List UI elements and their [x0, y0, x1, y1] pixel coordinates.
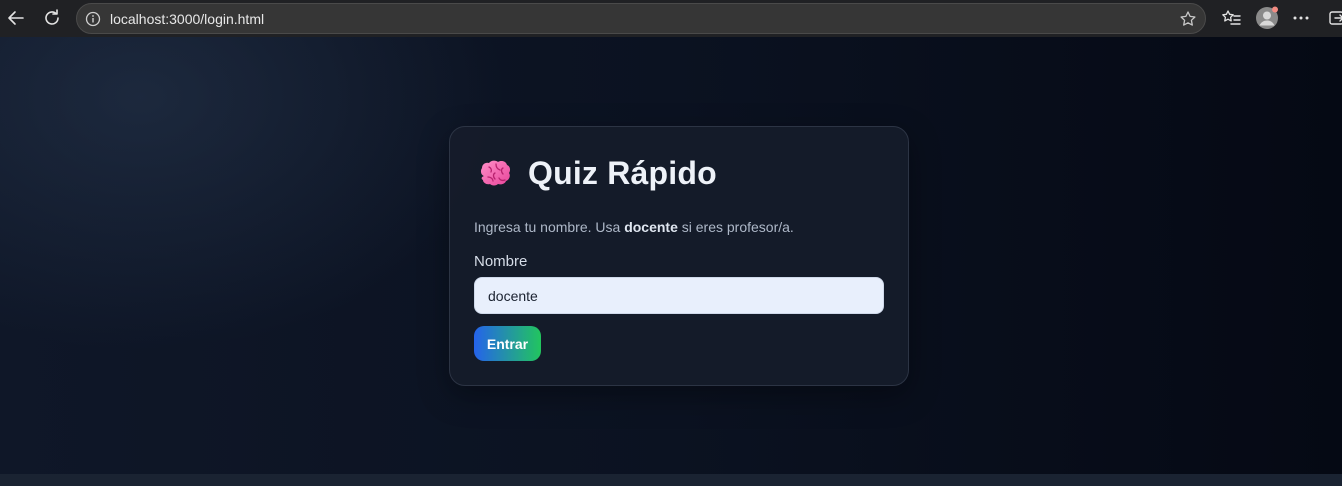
name-field-label: Nombre: [474, 253, 528, 270]
page-background: Quiz Rápido Ingresa tu nombre. Usa docen…: [0, 37, 1342, 474]
url-text[interactable]: localhost:3000/login.html: [110, 11, 264, 27]
instructions-prefix: Ingresa tu nombre. Usa: [474, 219, 625, 235]
extension-icon[interactable]: [1328, 9, 1342, 27]
profile-avatar-icon[interactable]: [1255, 6, 1279, 30]
brain-icon: [478, 156, 514, 192]
browser-toolbar: localhost:3000/login.html: [0, 0, 1342, 37]
info-icon[interactable]: [85, 11, 101, 27]
address-bar[interactable]: localhost:3000/login.html: [76, 3, 1206, 34]
page-bottom-strip: [0, 474, 1342, 486]
title-row: Quiz Rápido: [478, 155, 717, 192]
instructions-keyword: docente: [624, 219, 678, 235]
instructions-text: Ingresa tu nombre. Usa docente si eres p…: [474, 219, 794, 235]
instructions-suffix: si eres profesor/a.: [677, 219, 794, 235]
back-arrow-icon[interactable]: [5, 7, 27, 29]
name-input[interactable]: [474, 277, 884, 314]
login-card: Quiz Rápido Ingresa tu nombre. Usa docen…: [449, 126, 909, 386]
reload-icon[interactable]: [41, 7, 63, 29]
star-icon[interactable]: [1179, 10, 1197, 28]
page-title: Quiz Rápido: [528, 155, 717, 191]
login-button[interactable]: Entrar: [474, 326, 541, 361]
more-icon[interactable]: [1291, 8, 1311, 28]
favorites-icon[interactable]: [1220, 7, 1242, 29]
